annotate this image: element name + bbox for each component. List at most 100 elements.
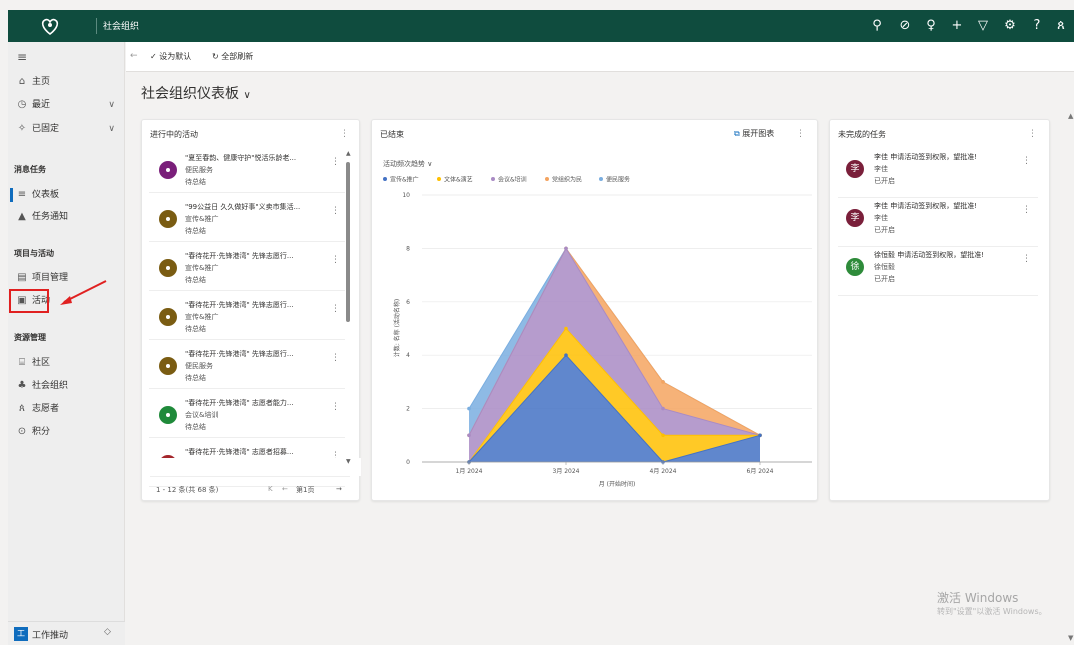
sidebar-item-recent[interactable]: ◷ 最近 ∨ (8, 94, 125, 116)
scrollbar-thumb[interactable] (346, 162, 350, 322)
add-icon[interactable]: + (948, 17, 966, 35)
list-clip (142, 458, 361, 476)
activity-status: 待总结 (185, 276, 206, 284)
more-options-icon[interactable]: ⋮ (331, 255, 340, 265)
y-axis-label: 计数: 名称 (活动名称) (393, 299, 401, 358)
y-tick-label: 2 (406, 406, 410, 413)
data-point (661, 406, 665, 411)
sidebar-item-notifications[interactable]: ▲ 任务通知 (8, 206, 125, 228)
chevron-down-icon: ∨ (243, 90, 251, 101)
check-icon: ✓ (150, 52, 160, 61)
sidebar-item-organizations[interactable]: ♣ 社会组织 (8, 375, 125, 397)
user-icon[interactable]: ጰ (1052, 17, 1070, 35)
more-options-icon[interactable]: ⋮ (331, 304, 340, 314)
refresh-icon: ↻ (212, 52, 222, 61)
activity-avatar (159, 308, 177, 326)
nav-group-title: 项目与活动 (14, 249, 54, 258)
task-title: 李佳 申请活动签到权限，望批准! (874, 202, 978, 210)
back-arrow-icon[interactable]: ← (130, 51, 138, 61)
legend-marker (491, 177, 495, 181)
area-chart: 宣传&推广 文体&演艺 会议&培训 党组织为民 便民服务 0 2 4 6 8 10 1月 2024 3月… (383, 176, 812, 488)
page-title[interactable]: 社会组织仪表板 ∨ (141, 83, 251, 103)
sidebar-item-home[interactable]: ⌂ 主页 (8, 71, 125, 93)
data-point (564, 326, 568, 331)
goal-icon[interactable]: ⊘ (896, 17, 914, 35)
activity-list-item[interactable]: "春待花开·先锋港湾" 先锋志愿行... 宣传&推广 待总结 ⋮ (149, 245, 345, 291)
top-bar: 社会组织 ⚲ ⊘ ♀ + ▽ ⚙ ? ጰ (8, 10, 1074, 42)
first-page-icon[interactable]: K (268, 485, 273, 493)
card-title: 未完成的任务 (838, 130, 886, 139)
area-label: 工作推动 (32, 631, 69, 641)
data-point (564, 246, 568, 251)
dashboard-icon: ≡ (17, 189, 27, 200)
sidebar-item-community[interactable]: ⌸ 社区 (8, 352, 125, 374)
scroll-down-icon[interactable]: ▼ (1068, 634, 1073, 642)
data-point (564, 353, 568, 357)
sidebar-item-pinned[interactable]: ✧ 已固定 ∨ (8, 118, 125, 140)
more-options-icon[interactable]: ⋮ (1028, 129, 1037, 139)
task-list-item[interactable]: 徐 徐恒毅 申请活动签到权限，望批准! 徐恒毅 已开启 ⋮ (838, 246, 1038, 296)
sidebar-item-label: 社区 (32, 358, 51, 368)
activity-category: 会议&培训 (185, 411, 219, 419)
scroll-up-icon[interactable]: ▲ (1068, 112, 1073, 120)
legend-marker (437, 177, 441, 181)
task-list-item[interactable]: 李 李佳 申请活动签到权限，望批准! 李佳 已开启 ⋮ (838, 148, 1038, 198)
help-icon[interactable]: ? (1028, 17, 1046, 35)
chevron-down-icon[interactable]: ∨ (108, 94, 115, 116)
area-switcher[interactable]: 工 工作推动 ◇ (8, 621, 125, 645)
sidebar-item-label: 志愿者 (32, 404, 60, 414)
activity-list-item[interactable]: "春待花开·先锋港湾" 先锋志愿行... 宣传&推广 待总结 ⋮ (149, 294, 345, 340)
brand-logo-icon[interactable] (38, 14, 62, 38)
set-default-button[interactable]: ✓ 设为默认 (150, 51, 191, 62)
activity-avatar (159, 357, 177, 375)
activity-list-item[interactable]: "春待花开·先锋港湾" 先锋志愿行... 便民服务 待总结 ⋮ (149, 343, 345, 389)
filter-icon[interactable]: ▽ (974, 17, 992, 35)
card-title: 进行中的活动 (150, 130, 198, 139)
scroll-down-icon[interactable]: ▼ (346, 458, 351, 465)
refresh-all-button[interactable]: ↻ 全部刷新 (212, 51, 253, 62)
more-options-icon[interactable]: ⋮ (1022, 156, 1031, 166)
settings-icon[interactable]: ⚙ (1001, 17, 1019, 35)
area-chevron-icon: ◇ (104, 627, 111, 637)
task-avatar: 李 (846, 160, 864, 178)
task-status: 已开启 (874, 226, 895, 234)
divider (150, 476, 350, 477)
prev-page-icon[interactable]: ← (282, 485, 288, 493)
data-point (661, 433, 665, 438)
search-icon[interactable]: ⚲ (868, 17, 886, 35)
sidebar: ≡ ⌂ 主页 ◷ 最近 ∨ ✧ 已固定 ∨ 消息任务 ≡ 仪表板 ▲ 任务通知 项目与活动 ▤… (8, 42, 125, 645)
scroll-up-icon[interactable]: ▲ (346, 150, 351, 157)
chevron-down-icon[interactable]: ∨ (108, 118, 115, 140)
building-icon: ⌸ (19, 357, 25, 368)
task-title: 李佳 申请活动签到权限，望批准! (874, 153, 978, 161)
more-options-icon[interactable]: ⋮ (331, 206, 340, 216)
activity-list-item[interactable]: "夏至春韵、健康守护"悦活乐龄老... 便民服务 待总结 ⋮ (149, 147, 345, 193)
more-options-icon[interactable]: ⋮ (1022, 254, 1031, 264)
more-options-icon[interactable]: ⋮ (340, 129, 349, 139)
windows-activation-hint: 转到"设置"以激活 Windows。 (937, 607, 1047, 616)
more-options-icon[interactable]: ⋮ (1022, 205, 1031, 215)
legend-label: 党组织为民 (552, 176, 582, 184)
sidebar-item-dashboard[interactable]: ≡ 仪表板 (8, 184, 125, 206)
sidebar-item-volunteers[interactable]: ጰ 志愿者 (8, 398, 125, 420)
activity-list-item[interactable]: "春待花开·先锋港湾" 志愿者能力... 会议&培训 待总结 ⋮ (149, 392, 345, 438)
sidebar-item-points[interactable]: ⊙ 积分 (8, 421, 125, 443)
activity-avatar (159, 210, 177, 228)
hamburger-menu-button[interactable]: ≡ (8, 46, 125, 68)
next-page-icon[interactable]: → (336, 485, 342, 493)
activity-status: 待总结 (185, 227, 206, 235)
activity-avatar (159, 161, 177, 179)
activity-list-item[interactable]: "99公益日 久久做好事"义卖市集活... 宣传&推广 待总结 ⋮ (149, 196, 345, 242)
task-list-item[interactable]: 李 李佳 申请活动签到权限，望批准! 李佳 已开启 ⋮ (838, 197, 1038, 247)
more-options-icon[interactable]: ⋮ (331, 353, 340, 363)
more-options-icon[interactable]: ⋮ (331, 157, 340, 167)
data-point (758, 433, 762, 438)
legend-label: 宣传&推广 (390, 176, 419, 184)
activity-category: 宣传&推广 (185, 313, 219, 321)
data-point (467, 406, 471, 411)
pager-range: 1 - 12 条(共 68 条) (156, 486, 219, 494)
windows-activation-title: 激活 Windows (937, 591, 1019, 605)
pin-icon: ✧ (17, 123, 27, 134)
lightbulb-icon[interactable]: ♀ (922, 17, 940, 35)
more-options-icon[interactable]: ⋮ (331, 402, 340, 412)
